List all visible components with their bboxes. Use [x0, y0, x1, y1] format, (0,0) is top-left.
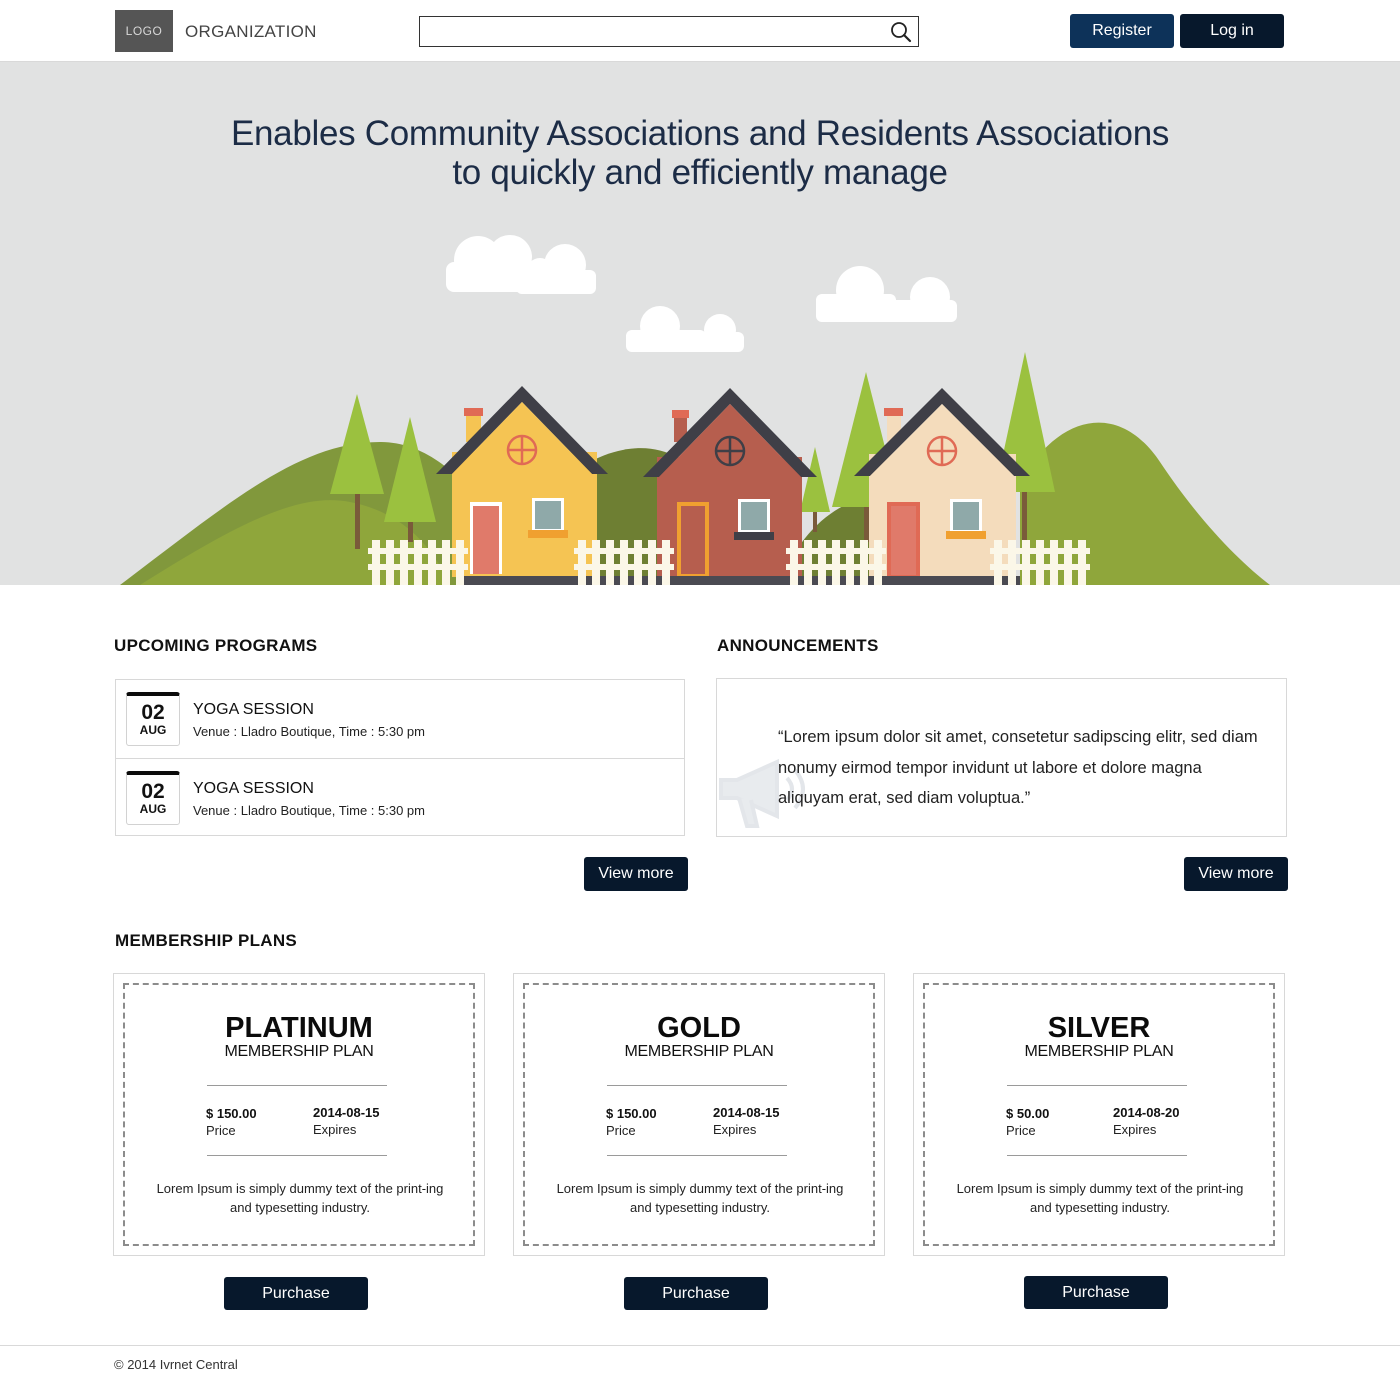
divider: [1007, 1085, 1187, 1086]
announcement-card: “Lorem ipsum dolor sit amet, consetetur …: [716, 678, 1287, 837]
purchase-button-platinum[interactable]: Purchase: [224, 1277, 368, 1310]
programs-list: 02 AUG YOGA SESSION Venue : Lladro Bouti…: [115, 679, 685, 836]
search-bar: [419, 16, 919, 47]
divider: [607, 1085, 787, 1086]
purchase-button-gold[interactable]: Purchase: [624, 1277, 768, 1310]
program-day: 02: [141, 701, 165, 724]
plan-subtitle: MEMBERSHIP PLAN: [1024, 1043, 1174, 1060]
plan-card-inner: GOLD MEMBERSHIP PLAN $ 150.00 Price 2014…: [523, 983, 875, 1246]
copyright: © 2014 Ivrnet Central: [114, 1357, 238, 1372]
plan-price-label: Price: [1006, 1123, 1036, 1138]
program-item[interactable]: 02 AUG YOGA SESSION Venue : Lladro Bouti…: [116, 680, 684, 758]
hero-headline-line1: Enables Community Associations and Resid…: [230, 114, 1170, 153]
plan-card-silver: SILVER MEMBERSHIP PLAN $ 50.00 Price 201…: [913, 973, 1285, 1256]
program-venue: Venue : Lladro Boutique, Time : 5:30 pm: [193, 724, 425, 739]
program-item[interactable]: 02 AUG YOGA SESSION Venue : Lladro Bouti…: [116, 758, 684, 836]
divider: [1007, 1155, 1187, 1156]
logo[interactable]: LOGO: [115, 10, 173, 52]
plan-price-label: Price: [206, 1123, 236, 1138]
plan-expires: 2014-08-15: [313, 1105, 380, 1120]
calendar-date: 02 AUG: [126, 771, 180, 825]
plan-card-inner: SILVER MEMBERSHIP PLAN $ 50.00 Price 201…: [923, 983, 1275, 1246]
clouds: [446, 235, 957, 352]
plan-card-inner: PLATINUM MEMBERSHIP PLAN $ 150.00 Price …: [123, 983, 475, 1246]
program-venue: Venue : Lladro Boutique, Time : 5:30 pm: [193, 803, 425, 818]
plan-price: $ 150.00: [206, 1106, 257, 1121]
plan-expires-label: Expires: [713, 1122, 757, 1137]
calendar-date: 02 AUG: [126, 692, 180, 746]
plan-name: SILVER: [1047, 1012, 1151, 1044]
site-header: LOGO ORGANIZATION Register Log in: [0, 0, 1400, 62]
plan-card-gold: GOLD MEMBERSHIP PLAN $ 150.00 Price 2014…: [513, 973, 885, 1256]
program-name: YOGA SESSION: [193, 780, 314, 797]
site-footer: © 2014 Ivrnet Central: [0, 1345, 1400, 1386]
program-day: 02: [141, 780, 165, 803]
plan-subtitle: MEMBERSHIP PLAN: [224, 1043, 374, 1060]
hero-banner: Enables Community Associations and Resid…: [0, 62, 1400, 585]
program-name: YOGA SESSION: [193, 701, 314, 718]
plan-expires: 2014-08-20: [1113, 1105, 1180, 1120]
search-input[interactable]: [420, 17, 880, 46]
programs-title: UPCOMING PROGRAMS: [114, 636, 318, 655]
plan-expires: 2014-08-15: [713, 1105, 780, 1120]
plan-description: Lorem Ipsum is simply dummy text of the …: [956, 1181, 1244, 1215]
hero-headline: Enables Community Associations and Resid…: [0, 114, 1400, 192]
organization-name: ORGANIZATION: [185, 22, 317, 41]
divider: [207, 1155, 387, 1156]
announcements-title: ANNOUNCEMENTS: [717, 636, 879, 655]
plan-subtitle: MEMBERSHIP PLAN: [624, 1043, 774, 1060]
plan-price: $ 150.00: [606, 1106, 657, 1121]
plan-description: Lorem Ipsum is simply dummy text of the …: [156, 1181, 444, 1215]
register-button[interactable]: Register: [1070, 14, 1174, 48]
plan-expires-label: Expires: [313, 1122, 357, 1137]
program-month: AUG: [139, 802, 167, 816]
login-button[interactable]: Log in: [1180, 14, 1284, 48]
plan-name: GOLD: [657, 1012, 741, 1044]
divider: [207, 1085, 387, 1086]
purchase-button-silver[interactable]: Purchase: [1024, 1276, 1168, 1309]
announcement-text: “Lorem ipsum dolor sit amet, consetetur …: [778, 728, 1258, 807]
membership-title: MEMBERSHIP PLANS: [115, 931, 298, 950]
search-icon[interactable]: [890, 21, 912, 43]
programs-view-more-button[interactable]: View more: [584, 857, 688, 891]
plan-name: PLATINUM: [225, 1012, 373, 1044]
plan-description: Lorem Ipsum is simply dummy text of the …: [556, 1181, 844, 1215]
program-month: AUG: [139, 723, 167, 737]
plan-price-label: Price: [606, 1123, 636, 1138]
plan-expires-label: Expires: [1113, 1122, 1157, 1137]
hero-headline-line2: to quickly and efficiently manage: [452, 153, 948, 192]
plan-card-platinum: PLATINUM MEMBERSHIP PLAN $ 150.00 Price …: [113, 973, 485, 1256]
plan-price: $ 50.00: [1006, 1106, 1050, 1121]
divider: [607, 1155, 787, 1156]
announcements-view-more-button[interactable]: View more: [1184, 857, 1288, 891]
